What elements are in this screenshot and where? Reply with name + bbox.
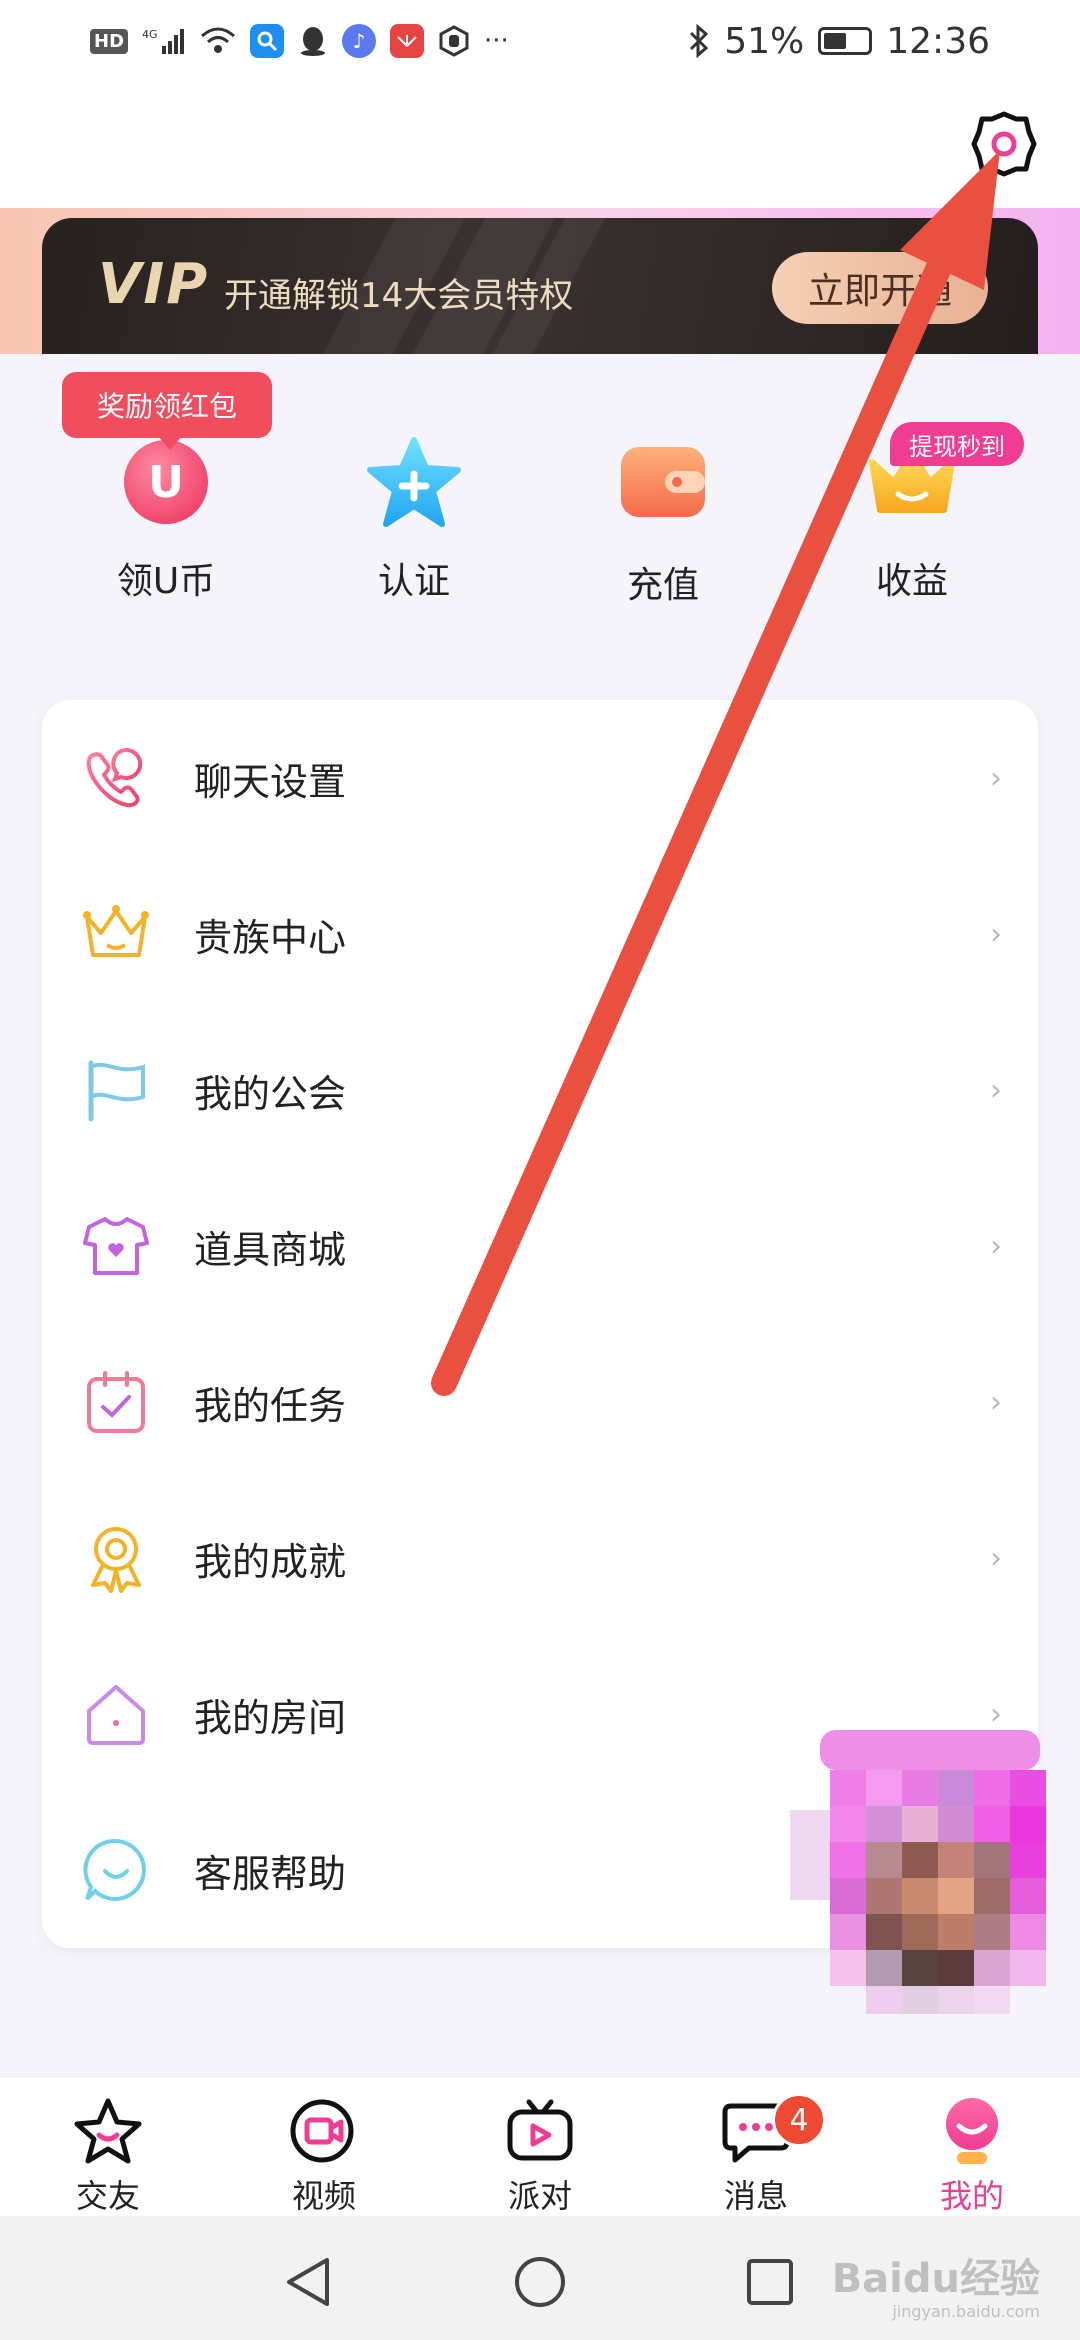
chevron-right-icon: › [990,1228,1002,1264]
crown-icon [78,896,154,972]
menu-item-achievements[interactable]: 我的成就 › [42,1480,1038,1636]
nav-label: 视频 [291,2177,356,2215]
reward-badge: 奖励领红包 [62,372,272,450]
nav-label: 派对 [507,2177,572,2215]
medal-icon [78,1520,154,1596]
quick-action-u-coin[interactable]: U 领U币 [66,434,266,604]
recents-button[interactable] [740,2252,800,2312]
nav-label: 我的 [939,2177,1004,2215]
nav-tab-friends[interactable]: 交友 [0,2095,216,2217]
nav-tab-messages[interactable]: 4 消息 [648,2093,864,2217]
chevron-right-icon: › [990,1540,1002,1576]
vip-promo-text: 开通解锁14大会员特权 [224,276,574,316]
menu-item-my-guild[interactable]: 我的公会 › [42,1012,1038,1168]
menu-item-noble-center[interactable]: 贵族中心 › [42,856,1038,1012]
nav-label: 交友 [75,2177,140,2215]
system-nav-bar: Baidu经验 jingyan.baidu.com [0,2216,1080,2340]
quick-action-label: 领U币 [116,561,216,602]
floating-avatar[interactable] [790,1730,1080,2020]
hand-app-icon [438,25,470,57]
nav-tab-video[interactable]: 视频 [216,2095,432,2217]
status-left: HD 4G ♪ ··· [90,24,509,58]
qq-icon [298,25,328,57]
vip-open-button[interactable]: 立即开通 [772,252,988,324]
chevron-right-icon: › [990,1696,1002,1732]
clock: 12:36 [886,20,990,62]
chevron-right-icon: › [990,760,1002,796]
more-icon: ··· [484,26,509,56]
menu-item-item-store[interactable]: 道具商城 › [42,1168,1038,1324]
hd-icon: HD [90,28,129,54]
quick-action-verify[interactable]: 认证 [314,434,514,604]
quick-action-label: 认证 [377,561,450,602]
home-button[interactable] [510,2252,570,2312]
header [0,82,1080,208]
nav-tab-party[interactable]: 派对 [432,2095,648,2217]
bottom-nav: 交友 视频 派对 4 消息 我的 [0,2076,1080,2216]
menu-item-label: 我的成就 [194,1539,347,1584]
withdraw-badge: 提现秒到 [890,422,1024,466]
huawei-app-icon [390,24,425,58]
search-app-icon [250,24,285,58]
menu-item-label: 我的公会 [194,1071,347,1116]
quick-action-label: 充值 [626,565,699,606]
menu-item-label: 我的任务 [194,1383,347,1428]
home-circle-icon [515,2257,565,2307]
music-app-icon: ♪ [342,24,377,58]
menu-item-label: 道具商城 [194,1227,347,1272]
star-icon [72,2095,144,2167]
wifi-icon [200,26,236,56]
vip-section: VIP 开通解锁14大会员特权 立即开通 [0,208,1080,354]
smile-chat-icon [78,1832,154,1908]
chevron-right-icon: › [990,1384,1002,1420]
menu-item-label: 我的房间 [194,1695,347,1740]
chevron-right-icon: › [990,916,1002,952]
video-camera-icon [288,2095,360,2167]
task-check-icon [78,1364,154,1440]
phone-chat-icon [78,740,154,816]
back-triangle-icon [287,2258,329,2306]
status-bar: HD 4G ♪ ··· 51% 12:36 [0,0,1080,82]
house-icon [78,1676,154,1752]
star-plus-icon [366,434,462,530]
tshirt-icon [78,1208,154,1284]
menu-item-chat-settings[interactable]: 聊天设置 › [42,700,1038,856]
vip-logo: VIP [98,252,210,317]
menu-item-label: 贵族中心 [194,915,347,960]
svg-text:U: U [148,457,184,508]
watermark-text: Baidu经验 [831,2256,1040,2302]
watermark-url: jingyan.baidu.com [892,2302,1040,2321]
battery-icon [818,27,873,55]
menu-item-my-tasks[interactable]: 我的任务 › [42,1324,1038,1480]
menu-item-label: 客服帮助 [194,1851,347,1896]
recents-square-icon [747,2259,793,2305]
chevron-right-icon: › [990,1072,1002,1108]
wallet-icon [615,434,711,530]
svg-text:4G: 4G [142,28,158,41]
settings-button[interactable] [964,104,1044,184]
vip-banner[interactable]: VIP 开通解锁14大会员特权 立即开通 [42,218,1038,354]
profile-icon [936,2095,1008,2167]
quick-action-label: 收益 [875,561,948,602]
quick-actions: U 领U币 认证 充值 收益 奖励领红包 提现秒到 [0,354,1080,684]
flag-icon [78,1052,154,1128]
nav-label: 消息 [723,2177,788,2215]
tv-play-icon [504,2095,576,2167]
gear-icon [971,111,1037,177]
unread-badge: 4 [772,2093,826,2147]
back-button[interactable] [278,2252,338,2312]
menu-item-label: 聊天设置 [194,759,347,804]
status-right: 51% 12:36 [688,21,990,62]
bluetooth-icon [688,24,710,58]
nav-tab-me[interactable]: 我的 [864,2095,1080,2217]
quick-action-recharge[interactable]: 充值 [563,434,763,608]
battery-percent: 51% [724,20,805,62]
signal-icon: 4G [142,26,186,56]
